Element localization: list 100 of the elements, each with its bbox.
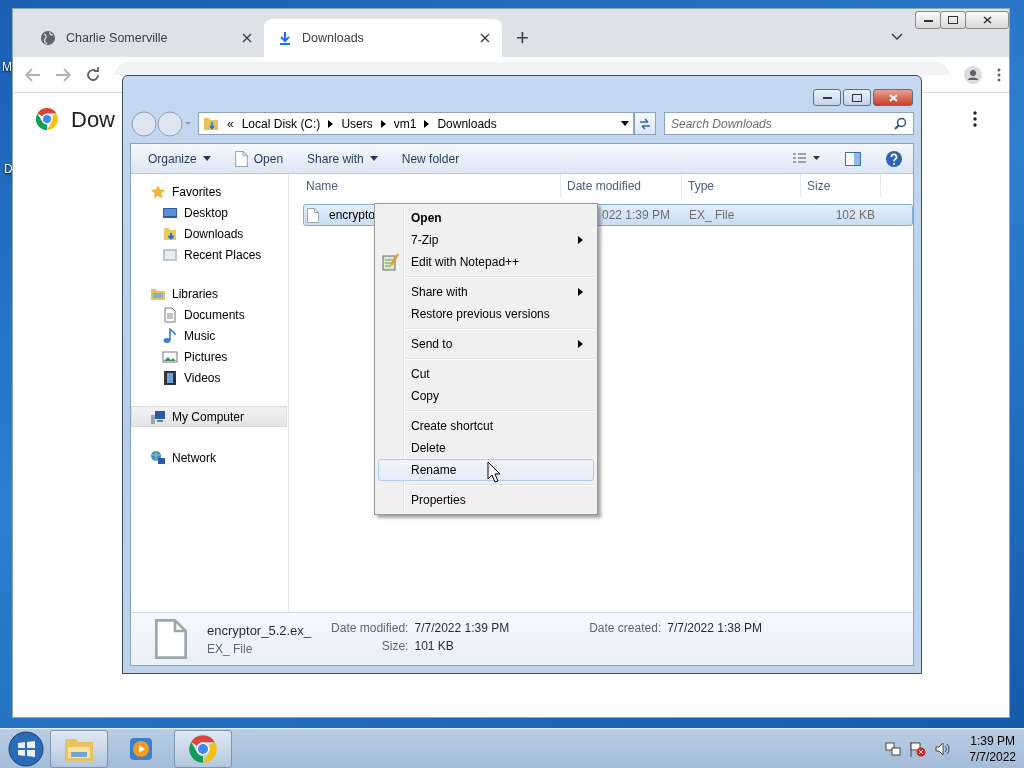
maximize-button[interactable] — [940, 11, 966, 29]
browser-tab[interactable]: Downloads — [264, 19, 502, 57]
menu-item[interactable]: Rename — [378, 459, 594, 481]
submenu-arrow-icon — [578, 236, 583, 244]
menu-item[interactable]: Create shortcut — [378, 415, 594, 437]
nav-item[interactable]: Desktop — [131, 202, 288, 223]
address-bar[interactable]: « Local Disk (C:) Users vm1 Downloads — [198, 112, 634, 135]
close-button[interactable] — [965, 11, 1009, 29]
menu-item[interactable]: Edit with Notepad++ — [378, 251, 594, 273]
close-icon[interactable] — [242, 33, 252, 43]
profile-icon[interactable] — [963, 64, 983, 85]
detail-label: Date modified: — [331, 621, 409, 635]
nav-item[interactable]: Music — [131, 325, 288, 346]
file-name: encryptor_5.2.ex_ — [207, 622, 312, 638]
help-icon[interactable] — [885, 149, 903, 168]
caret-icon — [202, 156, 211, 161]
breadcrumb-arrow-icon — [424, 119, 430, 128]
nav-item[interactable]: My Computer — [131, 406, 287, 427]
menu-item[interactable]: Delete — [378, 437, 594, 459]
menu-item[interactable]: Copy — [378, 385, 594, 407]
mouse-cursor-icon — [487, 461, 501, 483]
submenu-arrow-icon — [578, 340, 583, 348]
tab-list-icon[interactable] — [891, 33, 903, 41]
search-icon — [894, 117, 907, 130]
desktop-icon-label[interactable]: M — [2, 60, 12, 74]
document-icon — [162, 306, 178, 323]
close-button[interactable] — [873, 89, 913, 106]
notepad-icon — [382, 253, 400, 271]
volume-icon[interactable] — [935, 740, 952, 757]
view-options-icon[interactable] — [793, 152, 821, 165]
nav-item[interactable]: Libraries — [131, 283, 288, 304]
file-name: encrypto — [328, 208, 376, 222]
detail-value: 7/7/2022 1:38 PM — [667, 621, 762, 635]
clock[interactable]: 1:39 PM 7/7/2022 — [969, 732, 1016, 765]
table-cell-text: EX_ File — [688, 208, 736, 222]
minimize-icon — [822, 96, 832, 99]
nav-item[interactable]: Videos — [131, 367, 288, 388]
breadcrumb-item[interactable]: Downloads — [437, 116, 497, 131]
taskbar-button[interactable] — [174, 729, 232, 768]
nav-item[interactable]: Documents — [131, 304, 288, 325]
close-icon[interactable] — [480, 33, 490, 43]
table-cell-text: 022 1:39 PM — [601, 208, 672, 222]
film-icon — [162, 369, 178, 386]
network-icon[interactable] — [885, 740, 902, 757]
file-icon — [155, 618, 187, 660]
nav-item[interactable]: Downloads — [131, 223, 288, 244]
network-icon — [150, 449, 166, 466]
nav-item[interactable]: Pictures — [131, 346, 288, 367]
file-icon — [307, 207, 319, 223]
breadcrumb-item[interactable]: Users — [341, 116, 373, 131]
menu-item[interactable]: Open — [378, 207, 594, 229]
reload-icon[interactable] — [85, 66, 101, 83]
column-header[interactable]: Name — [289, 174, 561, 198]
browser-tab[interactable]: Charlie Somerville — [26, 19, 264, 57]
folder-icon — [203, 115, 219, 132]
desktop-icon-label[interactable]: D — [4, 162, 13, 176]
column-header[interactable]: Date modified — [561, 174, 682, 198]
close-icon — [888, 93, 898, 102]
computer-icon — [150, 408, 166, 425]
toolbar-button[interactable]: Organize — [148, 151, 211, 166]
submenu-arrow-icon — [578, 288, 583, 296]
maximize-button[interactable] — [843, 89, 871, 106]
column-header[interactable]: Type — [682, 174, 801, 198]
refresh-button[interactable] — [634, 112, 656, 135]
globe-icon — [40, 30, 56, 46]
menu-item[interactable]: 7-Zip — [378, 229, 594, 251]
detail-value: 101 KB — [414, 639, 455, 653]
new-tab-button[interactable]: + — [516, 27, 529, 49]
nav-item[interactable]: Favorites — [131, 181, 288, 202]
toolbar-button[interactable]: Share with — [307, 151, 378, 166]
music-note-icon — [162, 327, 178, 344]
maximize-icon — [852, 93, 862, 102]
menu-item[interactable]: Send to — [378, 333, 594, 355]
page-title: Dow — [71, 107, 115, 133]
search-field[interactable]: Search Downloads — [664, 112, 914, 135]
toolbar-button[interactable]: New folder — [401, 151, 460, 166]
breadcrumb-item[interactable]: Local Disk (C:) — [241, 116, 321, 131]
menu-item[interactable]: Cut — [378, 363, 594, 385]
preview-pane-icon[interactable] — [845, 151, 861, 166]
star-icon — [150, 183, 166, 200]
recent-places-icon — [162, 246, 178, 263]
column-header[interactable]: Size — [801, 174, 881, 198]
menu-item[interactable]: Restore previous versions — [378, 303, 594, 325]
download-icon — [278, 31, 292, 45]
file-icon — [234, 150, 248, 167]
menu-icon[interactable] — [997, 67, 1001, 82]
toolbar-button[interactable]: Open — [234, 150, 284, 167]
caret-icon — [369, 156, 378, 161]
flag-icon[interactable] — [909, 740, 928, 757]
nav-item[interactable]: Network — [131, 447, 288, 468]
start-button[interactable] — [6, 728, 46, 768]
breadcrumb-overflow[interactable]: « — [227, 116, 234, 131]
menu-item[interactable]: Share with — [378, 281, 594, 303]
minimize-button[interactable] — [813, 89, 841, 106]
breadcrumb-item[interactable]: vm1 — [393, 116, 417, 131]
menu-icon[interactable] — [973, 111, 977, 127]
minimize-button[interactable] — [915, 11, 941, 29]
folder-download-icon — [162, 225, 178, 242]
nav-item[interactable]: Recent Places — [131, 244, 288, 265]
menu-item[interactable]: Properties — [378, 489, 594, 511]
